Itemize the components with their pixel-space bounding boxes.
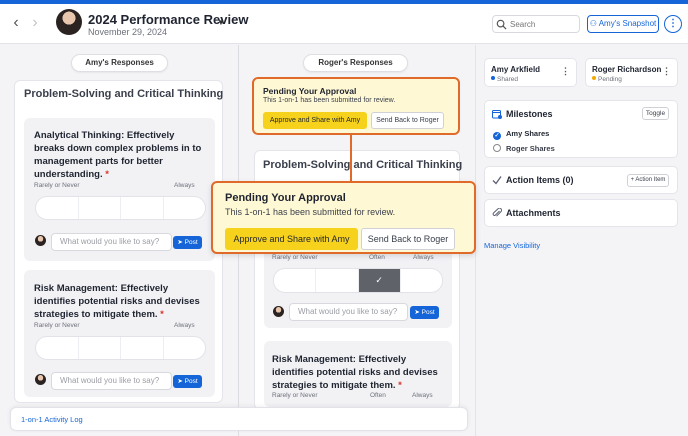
post-button[interactable]: ➤ Post bbox=[173, 375, 202, 388]
manage-visibility-link[interactable]: Manage Visibility bbox=[484, 241, 540, 250]
search-box[interactable] bbox=[492, 15, 580, 33]
milestone-item[interactable]: Roger Shares bbox=[493, 144, 555, 153]
participant-name: Amy Arkfield bbox=[491, 65, 541, 74]
activity-log-link[interactable]: 1-on-1 Activity Log bbox=[21, 415, 83, 424]
rating-option[interactable] bbox=[164, 197, 206, 219]
avatar bbox=[273, 306, 284, 317]
scale-low-label: Rarely or Never bbox=[272, 254, 318, 261]
avatar bbox=[35, 374, 46, 385]
toggle-button[interactable]: Toggle bbox=[642, 107, 669, 120]
scale-high-label: Always bbox=[412, 392, 433, 399]
people-icon: ⚇ bbox=[589, 19, 597, 28]
milestones-card: Milestones Toggle ✓ Amy Shares Roger Shar… bbox=[484, 100, 678, 158]
attachments-title: Attachments bbox=[506, 208, 561, 218]
status-dot bbox=[491, 76, 495, 80]
chevron-down-icon[interactable]: ▼ bbox=[217, 18, 225, 27]
rating-scale[interactable]: ✓ bbox=[273, 268, 443, 293]
callout-connector bbox=[350, 135, 352, 181]
scale-high-label: Always bbox=[174, 322, 195, 329]
rating-option[interactable] bbox=[79, 337, 121, 359]
pending-approval-card-zoom: Pending Your Approval This 1-on-1 has be… bbox=[211, 181, 476, 254]
scale-mid-label: Often bbox=[370, 392, 386, 399]
milestone-item[interactable]: ✓ Amy Shares bbox=[493, 129, 549, 140]
attachments-card[interactable]: Attachments bbox=[484, 199, 678, 227]
question-title: Analytical Thinking: Effectively breaks … bbox=[34, 130, 202, 180]
action-items-title: Action Items (0) bbox=[506, 175, 574, 185]
avatar bbox=[35, 235, 46, 246]
comment-input[interactable]: What would you like to say? bbox=[289, 303, 408, 321]
comment-input[interactable]: What would you like to say? bbox=[51, 233, 172, 251]
more-options-icon[interactable]: ⋮ bbox=[561, 66, 570, 77]
rating-option[interactable] bbox=[274, 269, 317, 292]
pending-description: This 1-on-1 has been submitted for revie… bbox=[225, 207, 396, 217]
header: ‹ › 2024 Performance Review November 29,… bbox=[0, 4, 688, 44]
question-title: Risk Management: Effectively identifies … bbox=[272, 354, 438, 391]
post-button[interactable]: ➤ Post bbox=[410, 306, 439, 319]
rating-option[interactable] bbox=[36, 337, 79, 359]
search-input[interactable] bbox=[510, 18, 576, 31]
scale-mid-label: Often bbox=[369, 254, 385, 261]
rating-scale[interactable] bbox=[35, 196, 206, 220]
send-icon: ➤ bbox=[414, 309, 420, 316]
rating-option[interactable] bbox=[316, 269, 359, 292]
rating-option[interactable] bbox=[121, 337, 164, 359]
rating-option[interactable] bbox=[79, 197, 121, 219]
status-dot bbox=[592, 76, 596, 80]
participant-name: Roger Richardson bbox=[592, 65, 662, 74]
more-options-button[interactable]: ⋮ bbox=[664, 15, 682, 33]
scale-low-label: Rarely or Never bbox=[34, 322, 80, 329]
radio-icon bbox=[493, 144, 501, 152]
participant-card-amy[interactable]: Amy Arkfield Shared ⋮ bbox=[484, 58, 577, 87]
scale-high-label: Always bbox=[413, 254, 434, 261]
milestones-title: Milestones bbox=[506, 109, 553, 119]
page-date: November 29, 2024 bbox=[88, 27, 168, 37]
back-arrow-icon[interactable]: ‹ bbox=[9, 15, 23, 31]
rating-option[interactable] bbox=[164, 337, 206, 359]
pending-approval-card: Pending Your Approval This 1-on-1 has be… bbox=[252, 77, 460, 135]
pending-title: Pending Your Approval bbox=[263, 86, 357, 96]
avatar bbox=[56, 9, 82, 35]
rating-option[interactable] bbox=[401, 269, 442, 292]
milestone-calendar-icon bbox=[492, 110, 502, 119]
send-icon: ➤ bbox=[177, 239, 183, 246]
snapshot-button[interactable]: ⚇ Amy's Snapshot bbox=[587, 15, 659, 33]
activity-log-bar: 1-on-1 Activity Log bbox=[10, 407, 468, 431]
rating-scale[interactable] bbox=[35, 336, 206, 360]
middle-section-title: Problem-Solving and Critical Thinking bbox=[263, 159, 463, 171]
participant-status: Shared bbox=[491, 76, 518, 83]
send-back-button[interactable]: Send Back to Roger bbox=[371, 112, 444, 129]
send-back-button[interactable]: Send Back to Roger bbox=[361, 228, 455, 250]
rogers-responses-pill[interactable]: Roger's Responses bbox=[303, 54, 408, 72]
check-circle-icon bbox=[492, 176, 502, 185]
search-icon bbox=[496, 19, 507, 30]
scale-low-label: Rarely or Never bbox=[272, 392, 318, 399]
approve-share-button[interactable]: Approve and Share with Amy bbox=[225, 228, 358, 250]
more-options-icon[interactable]: ⋮ bbox=[662, 66, 671, 77]
participant-card-roger[interactable]: Roger Richardson Pending ⋮ bbox=[585, 58, 678, 87]
add-action-item-button[interactable]: + Action Item bbox=[627, 174, 669, 187]
check-icon: ✓ bbox=[493, 132, 501, 140]
scale-low-label: Rarely or Never bbox=[34, 182, 80, 189]
snapshot-button-label: Amy's Snapshot bbox=[598, 19, 657, 28]
pending-title: Pending Your Approval bbox=[225, 192, 346, 204]
post-button[interactable]: ➤ Post bbox=[173, 236, 202, 249]
rating-option[interactable] bbox=[36, 197, 79, 219]
pending-description: This 1-on-1 has been submitted for revie… bbox=[263, 97, 396, 104]
left-section-title: Problem-Solving and Critical Thinking bbox=[24, 88, 224, 100]
approve-share-button[interactable]: Approve and Share with Amy bbox=[263, 112, 367, 129]
participant-status: Pending bbox=[592, 76, 622, 83]
scale-high-label: Always bbox=[174, 182, 195, 189]
amys-responses-pill[interactable]: Amy's Responses bbox=[71, 54, 168, 72]
comment-input[interactable]: What would you like to say? bbox=[51, 372, 172, 390]
rating-option[interactable] bbox=[121, 197, 164, 219]
action-items-card[interactable]: Action Items (0) + Action Item bbox=[484, 166, 678, 194]
forward-arrow-icon[interactable]: › bbox=[28, 15, 42, 31]
rating-option-selected[interactable]: ✓ bbox=[358, 269, 401, 292]
question-title: Risk Management: Effectively identifies … bbox=[34, 283, 200, 320]
paperclip-icon bbox=[492, 208, 502, 217]
send-icon: ➤ bbox=[177, 378, 183, 385]
